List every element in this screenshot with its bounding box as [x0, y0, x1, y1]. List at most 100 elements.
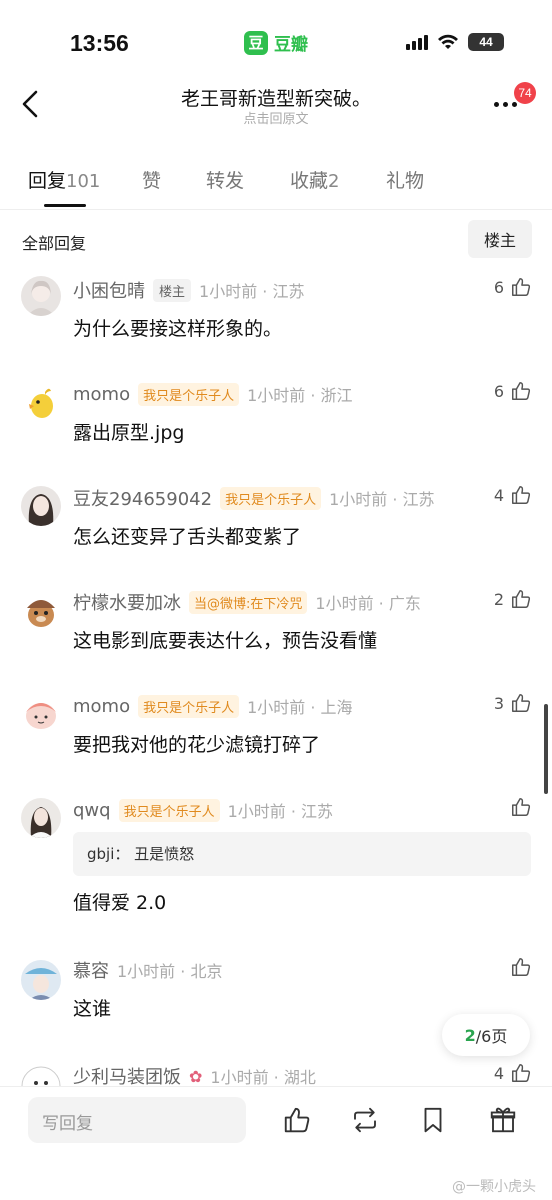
like-count: 4	[493, 485, 504, 505]
comment-text: 这电影到底要表达什么，预告没看懂	[73, 630, 378, 652]
like-button[interactable]: 3	[494, 692, 532, 714]
comment-text: 要把我对他的花少滤镜打碎了	[73, 734, 321, 756]
like-button[interactable]: 4	[494, 1062, 532, 1084]
like-button[interactable]: 6	[494, 380, 532, 402]
thumbs-up-icon	[512, 382, 531, 400]
username[interactable]: 小困包晴	[73, 277, 145, 303]
username[interactable]: 柠檬水要加冰	[73, 589, 181, 615]
comment-text: 为什么要接这样形象的。	[73, 318, 283, 340]
avatar[interactable]	[21, 694, 61, 734]
op-badge: 楼主	[153, 278, 192, 302]
fan-badge: 我只是个乐子人	[220, 486, 322, 510]
thumbs-up-icon	[512, 590, 531, 608]
avatar[interactable]	[21, 590, 61, 630]
like-count: 4	[493, 1063, 504, 1083]
bookmark-icon[interactable]	[418, 1105, 448, 1135]
filter-op-button[interactable]: 楼主	[468, 220, 532, 258]
battery-icon: 44	[468, 33, 504, 51]
notification-badge: 74	[514, 82, 536, 104]
comment-header: 慕容 1小时前 · 北京	[73, 956, 222, 984]
like-count: 2	[493, 589, 504, 609]
like-button[interactable]	[510, 796, 532, 818]
comment-header: 小困包晴 楼主 1小时前 · 江苏	[73, 276, 304, 304]
like-count: 6	[493, 381, 504, 401]
status-app-name: 豆瓣	[274, 35, 308, 55]
fan-badge: 当@微博:在下冷咒	[189, 590, 308, 614]
comment-meta: 1小时前 · 江苏	[199, 282, 305, 301]
thumbs-up-icon	[512, 278, 531, 296]
back-to-post-link[interactable]: 点击回原文	[0, 108, 552, 127]
like-count: 3	[493, 693, 504, 713]
comment-header: momo 我只是个乐子人 1小时前 · 浙江	[73, 380, 353, 408]
douban-logo-icon: 豆	[244, 30, 268, 55]
section-title: 全部回复	[22, 234, 87, 253]
tab-gifts[interactable]: 礼物	[386, 166, 424, 193]
fan-badge: 我只是个乐子人	[118, 798, 220, 822]
wifi-icon	[438, 34, 458, 49]
like-button[interactable]	[510, 956, 532, 978]
comment-header: qwq 我只是个乐子人 1小时前 · 江苏	[73, 796, 333, 824]
tab-likes[interactable]: 赞	[142, 166, 161, 193]
thumbs-up-icon[interactable]	[282, 1105, 312, 1135]
like-button[interactable]: 4	[494, 484, 532, 506]
avatar[interactable]	[21, 1066, 61, 1086]
avatar[interactable]	[21, 960, 61, 1000]
status-app: 豆 豆瓣	[244, 30, 308, 55]
username[interactable]: 豆友294659042	[73, 485, 212, 511]
status-bar: 13:56 豆 豆瓣 44	[0, 0, 552, 80]
like-button[interactable]: 2	[494, 588, 532, 610]
comment-meta: 1小时前 · 上海	[247, 698, 353, 717]
tab-label: 转发	[206, 170, 245, 192]
signal-icon	[406, 34, 428, 50]
username[interactable]: qwq	[73, 800, 111, 821]
thumbs-up-icon	[512, 798, 531, 816]
tab-label: 礼物	[386, 170, 425, 192]
tab-reposts[interactable]: 转发	[206, 166, 244, 193]
avatar[interactable]	[21, 382, 61, 422]
tab-count: 2	[328, 171, 340, 192]
page-title[interactable]: 老王哥新造型新突破。	[0, 84, 552, 111]
section-header: 全部回复 楼主	[0, 220, 552, 260]
comment-meta: 1小时前 · 浙江	[247, 386, 353, 405]
tab-bar: 回复101 赞 转发 收藏2 礼物	[0, 160, 552, 210]
comment-meta: 1小时前 · 江苏	[329, 490, 435, 509]
avatar[interactable]	[21, 276, 61, 316]
comment-text: 露出原型.jpg	[73, 422, 185, 444]
flower-icon: ✿	[189, 1066, 203, 1086]
comment-meta: 1小时前 · 北京	[117, 962, 223, 981]
tab-replies[interactable]: 回复101	[28, 166, 100, 193]
active-tab-indicator	[44, 204, 86, 207]
comment-header: 豆友294659042 我只是个乐子人 1小时前 · 江苏	[73, 484, 435, 512]
total-pages: /6页	[475, 1027, 508, 1046]
quoted-reply[interactable]: gbji： 丑是愤怒	[73, 832, 531, 876]
gift-icon[interactable]	[488, 1105, 518, 1135]
watermark: @一颗小虎头	[452, 1179, 536, 1195]
fan-badge: 我只是个乐子人	[138, 382, 240, 406]
current-page: 2	[464, 1025, 476, 1045]
thumbs-up-icon	[512, 486, 531, 504]
thumbs-up-icon	[512, 958, 531, 976]
avatar[interactable]	[21, 798, 61, 838]
page-indicator[interactable]: 2/6页	[442, 1014, 530, 1056]
scrollbar[interactable]	[544, 704, 548, 794]
username[interactable]: 少利马装团饭	[73, 1063, 181, 1086]
repost-icon[interactable]	[350, 1105, 380, 1135]
status-indicators: 44	[406, 33, 504, 51]
reply-input[interactable]: 写回复	[28, 1097, 246, 1143]
like-button[interactable]: 6	[494, 276, 532, 298]
comment-meta: 1小时前 · 广东	[315, 594, 421, 613]
thumbs-up-icon	[512, 1064, 531, 1082]
tab-collections[interactable]: 收藏2	[290, 166, 339, 193]
username[interactable]: 慕容	[73, 957, 109, 983]
username[interactable]: momo	[73, 696, 130, 717]
tab-label: 收藏	[290, 170, 329, 192]
comment-header: momo 我只是个乐子人 1小时前 · 上海	[73, 692, 353, 720]
avatar[interactable]	[21, 486, 61, 526]
username[interactable]: momo	[73, 384, 130, 405]
fan-badge: 我只是个乐子人	[138, 694, 240, 718]
nav-bar: 老王哥新造型新突破。 点击回原文 74	[0, 80, 552, 132]
comment-header: 柠檬水要加冰 当@微博:在下冷咒 1小时前 · 广东	[73, 588, 421, 616]
comment-item: 少利马装团饭 ✿ 1小时前 · 湖北 4	[0, 1062, 552, 1086]
comment-header: 少利马装团饭 ✿ 1小时前 · 湖北	[73, 1062, 316, 1087]
tab-count: 101	[66, 171, 101, 192]
